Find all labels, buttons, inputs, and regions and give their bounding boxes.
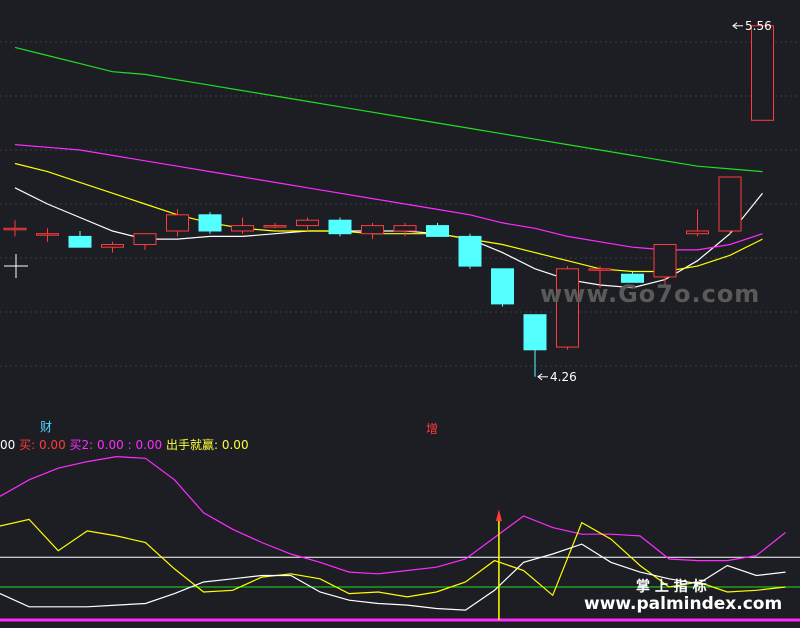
candle-body <box>491 268 514 305</box>
candle-body <box>198 214 222 232</box>
candle-body <box>751 25 774 121</box>
candle <box>491 268 514 307</box>
candle <box>198 212 222 234</box>
annotation-label: 5.56 <box>745 19 772 33</box>
candle-body <box>36 233 59 236</box>
watermark-top: www.Go7o.com <box>540 280 760 308</box>
candle-body <box>133 233 157 245</box>
candle-body <box>166 214 189 232</box>
candle <box>751 25 774 121</box>
candle-body <box>3 227 27 231</box>
candle <box>718 176 742 234</box>
chart-background <box>0 0 800 628</box>
candle-body <box>361 225 384 235</box>
candle-body <box>328 219 352 235</box>
indicator-prefix: 00 <box>0 438 16 452</box>
candle-body <box>393 225 417 232</box>
exit-value: 0.00 <box>221 438 249 452</box>
stock-chart: 5.56 4.26 财 增 www.Go7o.com 掌 上 指 标 www.pa… <box>0 0 800 628</box>
candle-body <box>458 235 482 267</box>
candle-body <box>101 244 124 248</box>
candle-body <box>426 225 449 237</box>
mid-marker-label: 增 <box>426 422 438 436</box>
candle-body <box>296 219 319 227</box>
candle-body <box>523 314 547 351</box>
exit-label: 出手就赢: <box>165 438 219 452</box>
left-marker-label: 财 <box>40 420 52 434</box>
candle-body <box>231 225 254 232</box>
buy2-label: 买2: <box>69 438 94 452</box>
buy2-value: 0.00 : 0.00 <box>97 438 163 452</box>
watermark-bottom-url: www.palmindex.com <box>584 594 782 614</box>
buy-label: 买: <box>19 438 36 452</box>
indicator-value-bar: 00 买: 0.00 买2: 0.00 : 0.00 出手就赢: 0.00 <box>0 436 249 454</box>
candle <box>328 217 352 237</box>
buy-value: 0.00 <box>38 438 66 452</box>
annotation-label: 4.26 <box>550 370 577 384</box>
candle-body <box>68 235 92 248</box>
candle-body <box>588 268 612 271</box>
candle-body <box>686 230 709 235</box>
candle-body <box>263 225 287 228</box>
candle-body <box>718 176 742 232</box>
candle-body <box>653 244 677 278</box>
candle <box>458 233 482 269</box>
watermark-bottom-cn: 掌 上 指 标 <box>636 578 707 595</box>
